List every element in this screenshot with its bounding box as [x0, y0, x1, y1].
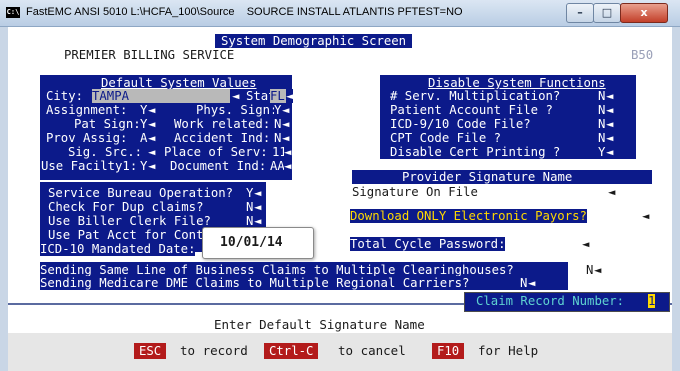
field-arrow: ◄ — [284, 159, 292, 173]
prov-assig-label: Prov Assig: — [46, 131, 128, 145]
download-electronic-payors-field[interactable]: ◄ — [642, 209, 649, 223]
accident-ind-label: Accident Ind: — [174, 131, 271, 145]
service-bureau-field[interactable]: Y — [246, 186, 254, 200]
company-name: PREMIER BILLING SERVICE — [64, 48, 235, 62]
signature-field[interactable]: Signature On File — [352, 185, 478, 199]
field-arrow: ◄ — [148, 145, 156, 159]
assignment-field[interactable]: Y — [140, 103, 148, 117]
window-title: FastEMC ANSI 5010 L:\HCFA_100\Source SOU… — [26, 6, 463, 18]
field-arrow: ◄ — [284, 145, 292, 159]
field-arrow: ◄ — [594, 263, 602, 277]
icd-code-file-label: ICD-9/10 Code File? — [390, 117, 531, 131]
default-values-title: Default System Values — [101, 76, 257, 90]
work-related-label: Work related: — [174, 117, 271, 131]
field-arrow: ◄ — [606, 117, 614, 131]
patient-account-file-label: Patient Account File ? — [390, 103, 553, 117]
cpt-code-file-label: CPT Code File ? — [390, 131, 502, 145]
phys-sign-label: Phys. Sign: — [196, 103, 278, 117]
field-arrow: ◄ — [254, 186, 262, 200]
icd10-date-label: ICD-10 Mandated Date: — [40, 242, 196, 256]
field-arrow: ◄ — [282, 117, 290, 131]
field-arrow: ◄ — [606, 145, 614, 159]
biller-clerk-field[interactable]: N — [246, 214, 254, 228]
download-electronic-payors-label: Download ONLY Electronic Payors? — [350, 209, 587, 223]
biller-clerk-label: Use Biller Clerk File? — [48, 214, 211, 228]
assignment-label: Assignment: — [46, 103, 128, 117]
claim-record-value: 1 — [648, 294, 656, 308]
field-arrow: ◄ — [254, 214, 262, 228]
f10-key-text: for Help — [478, 343, 539, 358]
console-app-icon: C:\ — [6, 7, 20, 18]
icd10-date-field[interactable]: 10/01/14 — [220, 236, 283, 250]
field-arrow: ◄ — [606, 103, 614, 117]
field-arrow: ◄ — [148, 117, 156, 131]
accident-ind-field[interactable]: N — [274, 131, 282, 145]
service-bureau-label: Service Bureau Operation? — [48, 186, 234, 200]
dup-claims-label: Check For Dup claims? — [48, 200, 204, 214]
field-arrow: ◄ — [148, 159, 156, 173]
screen-title: System Demographic Screen — [215, 34, 413, 48]
serv-multiplication-label: # Serv. Multiplication? — [390, 89, 561, 103]
disable-cert-printing-field[interactable]: Y — [598, 145, 606, 159]
serv-multiplication-field[interactable]: N — [598, 89, 606, 103]
console-screen: System Demographic Screen PREMIER BILLIN… — [8, 27, 672, 371]
total-cycle-password-field[interactable]: ◄ — [582, 237, 589, 251]
field-arrow: ◄ — [148, 131, 156, 145]
pat-sign-field[interactable]: Y — [140, 117, 148, 131]
ctrl-c-key[interactable]: Ctrl-C — [264, 343, 319, 359]
provider-signature-title: Provider Signature Name — [402, 170, 573, 184]
window-titlebar: C:\ FastEMC ANSI 5010 L:\HCFA_100\Source… — [0, 0, 680, 27]
field-arrow: ◄ — [282, 131, 290, 145]
work-related-field[interactable]: N — [274, 117, 282, 131]
cpt-code-file-field[interactable]: N — [598, 131, 606, 145]
disable-cert-printing-label: Disable Cert Printing ? — [390, 145, 561, 159]
document-ind-label: Document Ind: — [170, 159, 267, 173]
minimize-button[interactable]: – — [566, 3, 594, 23]
use-facility-field[interactable]: Y — [140, 159, 148, 173]
close-button[interactable]: x — [620, 3, 668, 23]
city-label: City: — [46, 89, 84, 103]
sig-src-label: Sig. Src.: — [68, 145, 143, 159]
city-field[interactable]: TAMPA — [92, 89, 230, 103]
dup-claims-field[interactable]: N — [246, 200, 254, 214]
field-arrow: ◄ — [148, 103, 156, 117]
pat-sign-label: Pat Sign: — [74, 117, 141, 131]
phys-sign-field[interactable]: Y — [274, 103, 282, 117]
clearinghouse-field[interactable]: N — [586, 263, 593, 277]
esc-key[interactable]: ESC — [134, 343, 167, 359]
field-arrow: ◄ — [606, 89, 614, 103]
field-arrow: ◄ — [282, 103, 290, 117]
screen-code: B50 — [631, 48, 654, 62]
f10-key[interactable]: F10 — [432, 343, 465, 359]
claim-record-label: Claim Record Number: — [476, 294, 625, 308]
field-arrow: ◄ — [286, 89, 294, 103]
document-ind-field[interactable]: AA — [270, 159, 285, 173]
clearinghouse-label: Sending Same Line of Business Claims to … — [40, 263, 514, 277]
prov-assig-field[interactable]: A — [140, 131, 148, 145]
use-facility-label: Use Facilty1: — [41, 159, 138, 173]
place-of-serv-label: Place of Serv: — [164, 145, 268, 159]
maximize-button[interactable]: □ — [593, 3, 621, 23]
dme-carriers-field[interactable]: N — [520, 276, 528, 290]
field-arrow: ◄ — [528, 276, 536, 290]
patient-account-file-field[interactable]: N — [598, 103, 606, 117]
ctrl-c-key-text: to cancel — [338, 343, 406, 358]
prompt-text: Enter Default Signature Name — [214, 317, 425, 332]
field-arrow: ◄ — [254, 200, 262, 214]
disable-functions-title: Disable System Functions — [428, 76, 606, 90]
field-arrow: ◄ — [608, 185, 616, 199]
total-cycle-password-label: Total Cycle Password: — [350, 237, 506, 251]
esc-key-text: to record — [180, 343, 248, 358]
state-field[interactable]: FL — [270, 89, 286, 103]
field-arrow: ◄ — [232, 89, 240, 103]
icd-code-file-field[interactable]: N — [598, 117, 606, 131]
field-arrow: ◄ — [606, 131, 614, 145]
dme-carriers-label: Sending Medicare DME Claims to Multiple … — [40, 276, 470, 290]
